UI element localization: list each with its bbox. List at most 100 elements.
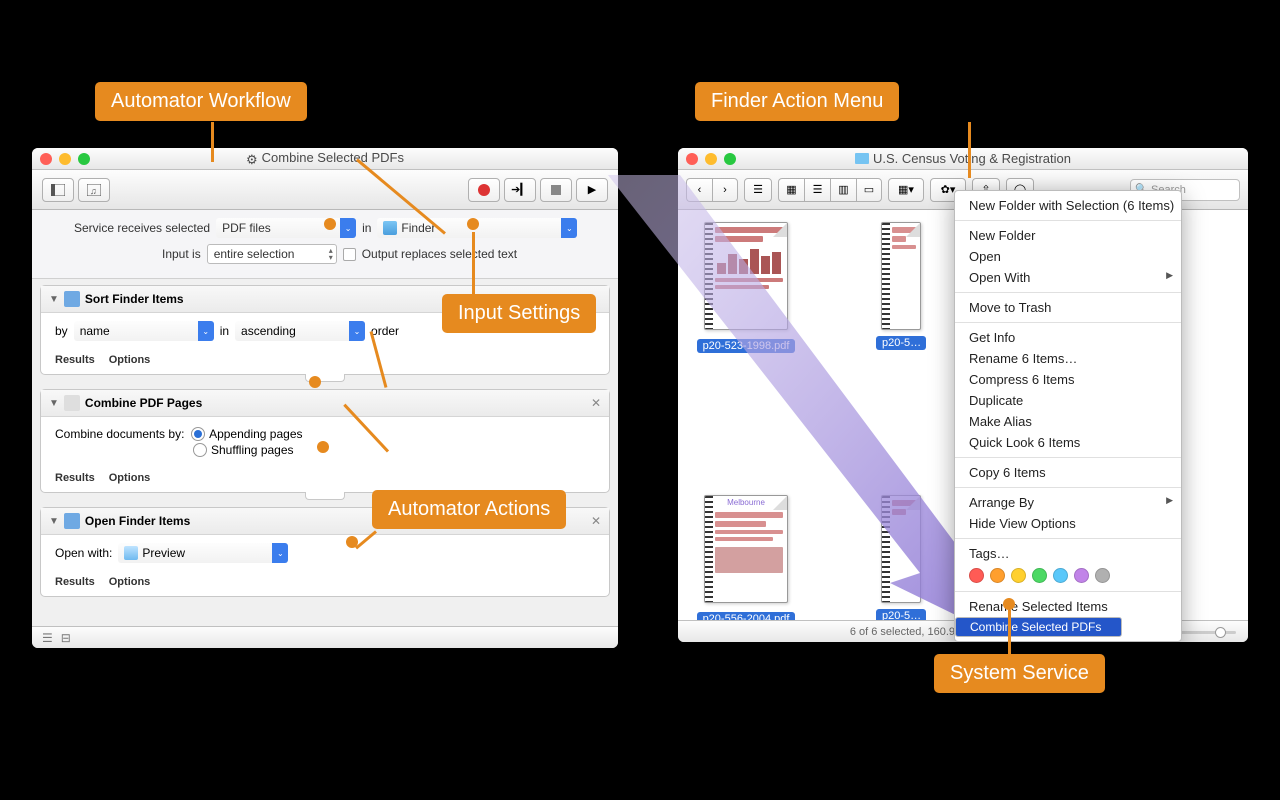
chevron-down-icon: ⌄ <box>349 321 365 341</box>
menu-compress[interactable]: Compress 6 Items <box>955 369 1181 390</box>
gear-icon: ⚙ <box>246 152 258 168</box>
view-column-button[interactable]: ▥ <box>830 178 856 202</box>
open-with-select[interactable]: Preview ⌄ <box>118 543 288 563</box>
menu-new-folder-selection[interactable]: New Folder with Selection (6 Items) <box>955 195 1181 216</box>
menu-combine-selected-pdfs[interactable]: Combine Selected PDFs <box>955 617 1122 637</box>
preview-icon <box>124 546 138 560</box>
options-tab[interactable]: Options <box>109 576 151 588</box>
menu-get-info[interactable]: Get Info <box>955 327 1181 348</box>
tag-color[interactable] <box>990 568 1005 583</box>
menu-move-to-trash[interactable]: Move to Trash <box>955 297 1181 318</box>
view-list-button[interactable]: ☰ <box>804 178 830 202</box>
list-icon: ☰ <box>753 183 763 196</box>
grid-icon: ▦ <box>786 183 796 196</box>
file-label: p20-5… <box>876 336 926 350</box>
file-item[interactable]: Melbourne p20-556-2004.pdf <box>696 495 796 628</box>
remove-action-button[interactable]: ✕ <box>591 396 601 410</box>
close-button[interactable] <box>40 153 52 165</box>
forward-button[interactable]: › <box>712 178 738 202</box>
stop-button[interactable] <box>540 178 572 202</box>
pdf-thumbnail <box>704 222 788 330</box>
menu-quick-look[interactable]: Quick Look 6 Items <box>955 432 1181 453</box>
menu-new-folder[interactable]: New Folder <box>955 225 1181 246</box>
menu-rename-selected[interactable]: Rename Selected Items <box>955 596 1181 617</box>
file-item[interactable]: p20-523-1998.pdf <box>696 222 796 355</box>
remove-action-button[interactable]: ✕ <box>591 514 601 528</box>
callout-automator-actions: Automator Actions <box>372 490 566 529</box>
record-button[interactable] <box>468 178 500 202</box>
close-button[interactable] <box>686 153 698 165</box>
callout-dot <box>309 376 321 388</box>
gallery-icon: ▭ <box>864 183 874 196</box>
step-button[interactable]: ➔▎ <box>504 178 536 202</box>
tag-color[interactable] <box>1053 568 1068 583</box>
menu-rename-items[interactable]: Rename 6 Items… <box>955 348 1181 369</box>
callout-line <box>968 122 971 178</box>
play-icon: ▶ <box>588 183 596 196</box>
chevron-down-icon: ⌄ <box>198 321 214 341</box>
run-button[interactable]: ▶ <box>576 178 608 202</box>
chevron-down-icon: ⌄ <box>561 218 577 238</box>
radio-shuffling[interactable] <box>193 443 207 457</box>
callout-dot <box>317 441 329 453</box>
radio-appending[interactable] <box>191 427 205 441</box>
results-tab[interactable]: Results <box>55 472 95 484</box>
menu-open-with[interactable]: Open With <box>955 267 1181 288</box>
tag-color[interactable] <box>1032 568 1047 583</box>
input-is-label: Input is <box>162 247 201 261</box>
toggle-media-button[interactable]: ♫ <box>78 178 110 202</box>
menu-duplicate[interactable]: Duplicate <box>955 390 1181 411</box>
tag-color[interactable] <box>1011 568 1026 583</box>
menu-hide-view-options[interactable]: Hide View Options <box>955 513 1181 534</box>
output-replaces-label: Output replaces selected text <box>362 247 517 261</box>
view-gallery-button[interactable]: ▭ <box>856 178 882 202</box>
pdf-thumbnail <box>881 495 921 603</box>
back-button[interactable]: ‹ <box>686 178 712 202</box>
variables-icon[interactable]: ⊟ <box>61 631 71 645</box>
folder-icon <box>855 153 869 164</box>
tag-color[interactable] <box>1074 568 1089 583</box>
chevron-down-icon: ⌄ <box>340 218 356 238</box>
finder-title: U.S. Census Voting & Registration <box>873 151 1071 166</box>
input-scope-select[interactable]: entire selection ▴▾ <box>207 244 337 264</box>
minimize-button[interactable] <box>59 153 71 165</box>
automator-title: Combine Selected PDFs <box>262 150 404 165</box>
disclosure-icon: ▼ <box>49 294 59 305</box>
finder-titlebar: U.S. Census Voting & Registration <box>678 148 1248 170</box>
zoom-button[interactable] <box>724 153 736 165</box>
arrange-button[interactable]: ▦▾ <box>888 178 924 202</box>
file-item[interactable]: p20-5… <box>876 495 926 628</box>
toggle-library-button[interactable] <box>42 178 74 202</box>
sort-order-select[interactable]: ascending⌄ <box>235 321 365 341</box>
results-tab[interactable]: Results <box>55 576 95 588</box>
svg-text:♫: ♫ <box>90 186 97 196</box>
stop-icon <box>551 185 561 195</box>
tag-color[interactable] <box>969 568 984 583</box>
record-icon <box>478 184 490 196</box>
list-icon: ☰ <box>813 183 823 196</box>
zoom-button[interactable] <box>78 153 90 165</box>
automator-titlebar: ⚙ Combine Selected PDFs <box>32 148 618 170</box>
callout-line <box>472 232 475 296</box>
menu-copy[interactable]: Copy 6 Items <box>955 462 1181 483</box>
options-tab[interactable]: Options <box>109 354 151 366</box>
menu-make-alias[interactable]: Make Alias <box>955 411 1181 432</box>
sort-by-select[interactable]: name⌄ <box>74 321 214 341</box>
file-item[interactable]: p20-5… <box>876 222 926 355</box>
action-header[interactable]: ▼ Combine PDF Pages <box>41 390 609 417</box>
order-label: order <box>371 324 399 338</box>
log-icon[interactable]: ☰ <box>42 631 53 645</box>
menu-open[interactable]: Open <box>955 246 1181 267</box>
minimize-button[interactable] <box>705 153 717 165</box>
output-replaces-checkbox[interactable] <box>343 248 356 261</box>
in-label: in <box>362 221 371 235</box>
chevron-down-icon: ⌄ <box>272 543 288 563</box>
open-with-label: Open with: <box>55 546 112 560</box>
menu-arrange-by[interactable]: Arrange By <box>955 492 1181 513</box>
results-tab[interactable]: Results <box>55 354 95 366</box>
view-icon-button[interactable]: ▦ <box>778 178 804 202</box>
tag-color[interactable] <box>1095 568 1110 583</box>
path-button[interactable]: ☰ <box>744 178 772 202</box>
disclosure-icon: ▼ <box>49 398 59 409</box>
options-tab[interactable]: Options <box>109 472 151 484</box>
